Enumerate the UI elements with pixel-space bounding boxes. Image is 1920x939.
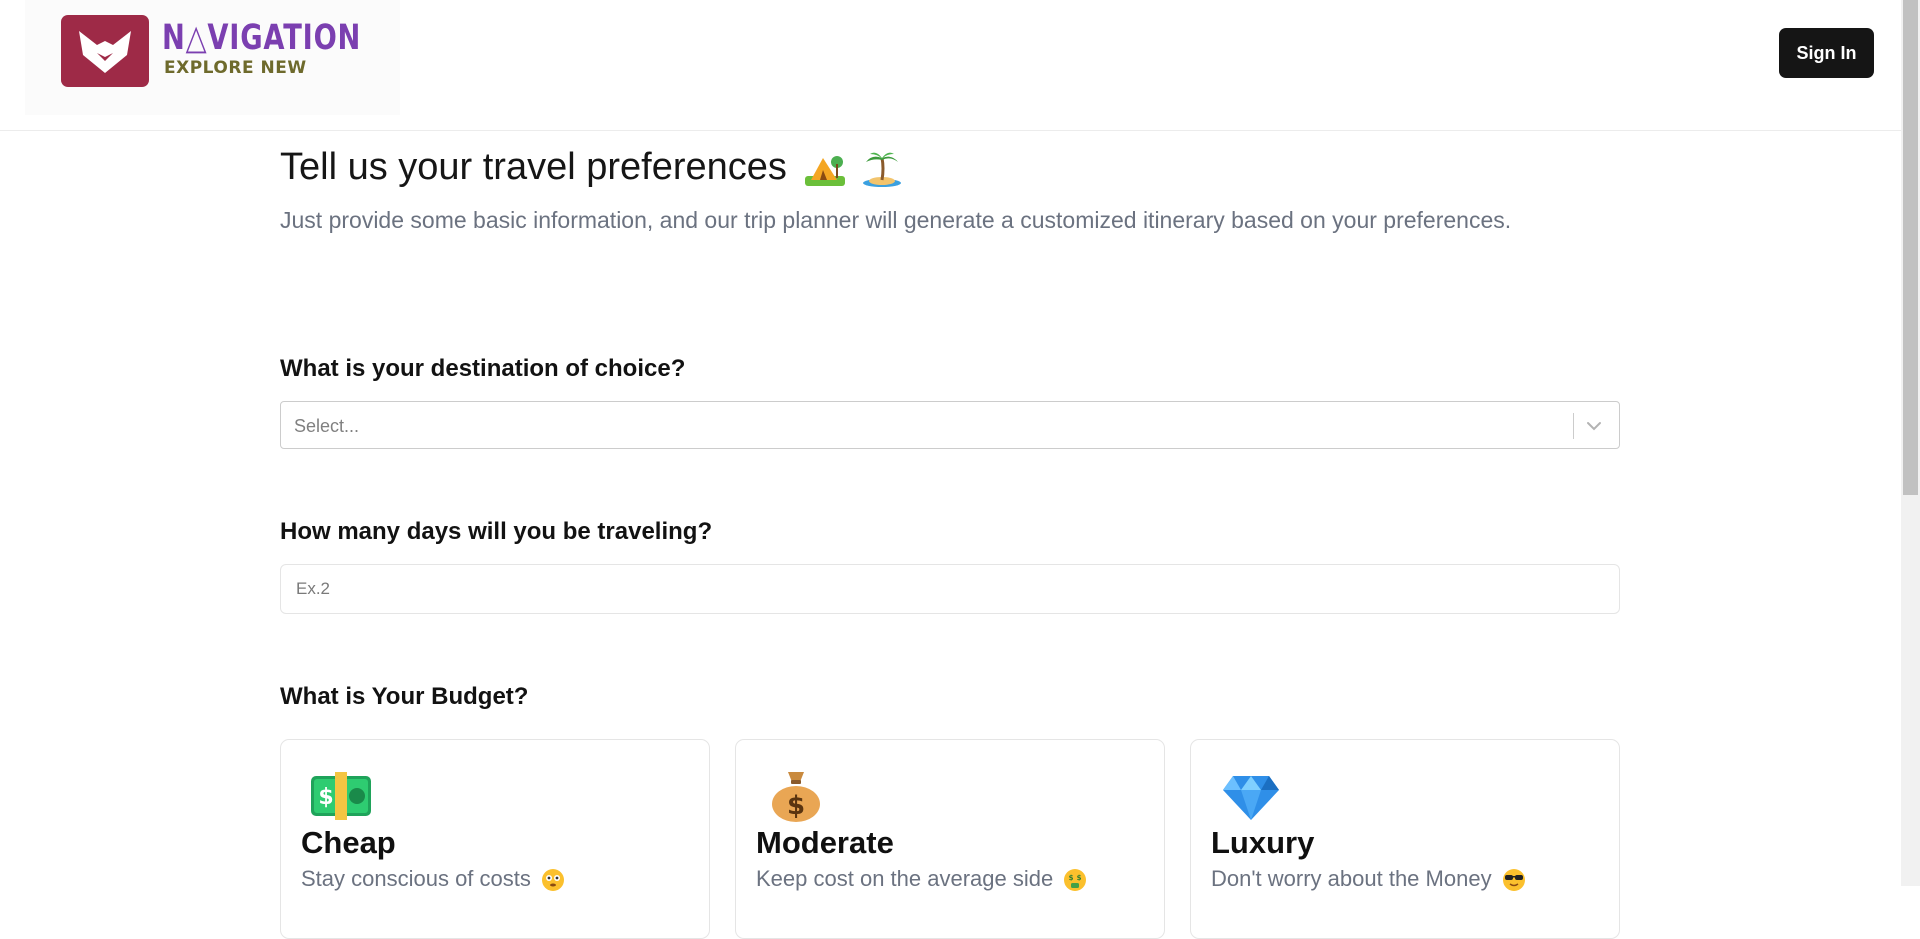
- page-title-text: Tell us your travel preferences: [280, 146, 787, 188]
- logo-badge: [61, 15, 149, 87]
- option-description-text: Keep cost on the average side: [756, 866, 1054, 891]
- option-title: Cheap: [301, 825, 396, 860]
- budget-option-moderate[interactable]: $ Moderate Keep cost on the average side…: [735, 739, 1165, 939]
- days-input[interactable]: [280, 564, 1620, 614]
- scrollbar-thumb[interactable]: [1903, 0, 1918, 495]
- chevron-down-icon[interactable]: [1581, 413, 1607, 439]
- camping-icon: [805, 155, 846, 186]
- logo-subtitle: EXPLORE NEW: [164, 58, 307, 78]
- page-subtitle: Just provide some basic information, and…: [280, 207, 1512, 233]
- money-bag-icon: $: [772, 772, 820, 822]
- days-label: How many days will you be traveling?: [280, 518, 713, 545]
- svg-text:$: $: [1069, 874, 1074, 882]
- flushed-face-icon: [542, 869, 565, 892]
- page-title: Tell us your travel preferences: [280, 143, 902, 191]
- svg-text:$: $: [1077, 874, 1082, 882]
- option-title: Luxury: [1211, 825, 1315, 860]
- svg-text:$: $: [787, 791, 805, 821]
- fox-mask-icon: [79, 31, 131, 73]
- destination-placeholder: Select...: [294, 416, 360, 436]
- gem-icon: [1223, 776, 1279, 820]
- logo-title: N△VIGATION: [162, 18, 362, 58]
- desert-island-icon: [863, 152, 902, 187]
- option-description: Don't worry about the Money: [1211, 864, 1526, 894]
- dollar-bill-icon: $: [311, 772, 371, 820]
- select-divider: [1573, 413, 1574, 439]
- budget-option-luxury[interactable]: Luxury Don't worry about the Money: [1190, 739, 1620, 939]
- option-description: Stay conscious of costs: [301, 864, 565, 894]
- option-description-text: Don't worry about the Money: [1211, 866, 1492, 891]
- option-title: Moderate: [756, 825, 894, 860]
- sign-in-button[interactable]: Sign In: [1779, 28, 1874, 78]
- budget-option-cheap[interactable]: $ Cheap Stay conscious of costs: [280, 739, 710, 939]
- option-description: Keep cost on the average side $ $: [756, 864, 1087, 894]
- site-header: N△VIGATION EXPLORE NEW Sign In: [0, 0, 1901, 131]
- svg-text:$: $: [318, 785, 333, 810]
- option-description-text: Stay conscious of costs: [301, 866, 531, 891]
- destination-select[interactable]: Select...: [280, 401, 1620, 449]
- logo[interactable]: N△VIGATION EXPLORE NEW: [25, 0, 400, 115]
- sunglasses-face-icon: [1502, 869, 1525, 892]
- destination-label: What is your destination of choice?: [280, 355, 686, 382]
- money-mouth-face-icon: $ $: [1064, 869, 1087, 892]
- budget-label: What is Your Budget?: [280, 683, 529, 710]
